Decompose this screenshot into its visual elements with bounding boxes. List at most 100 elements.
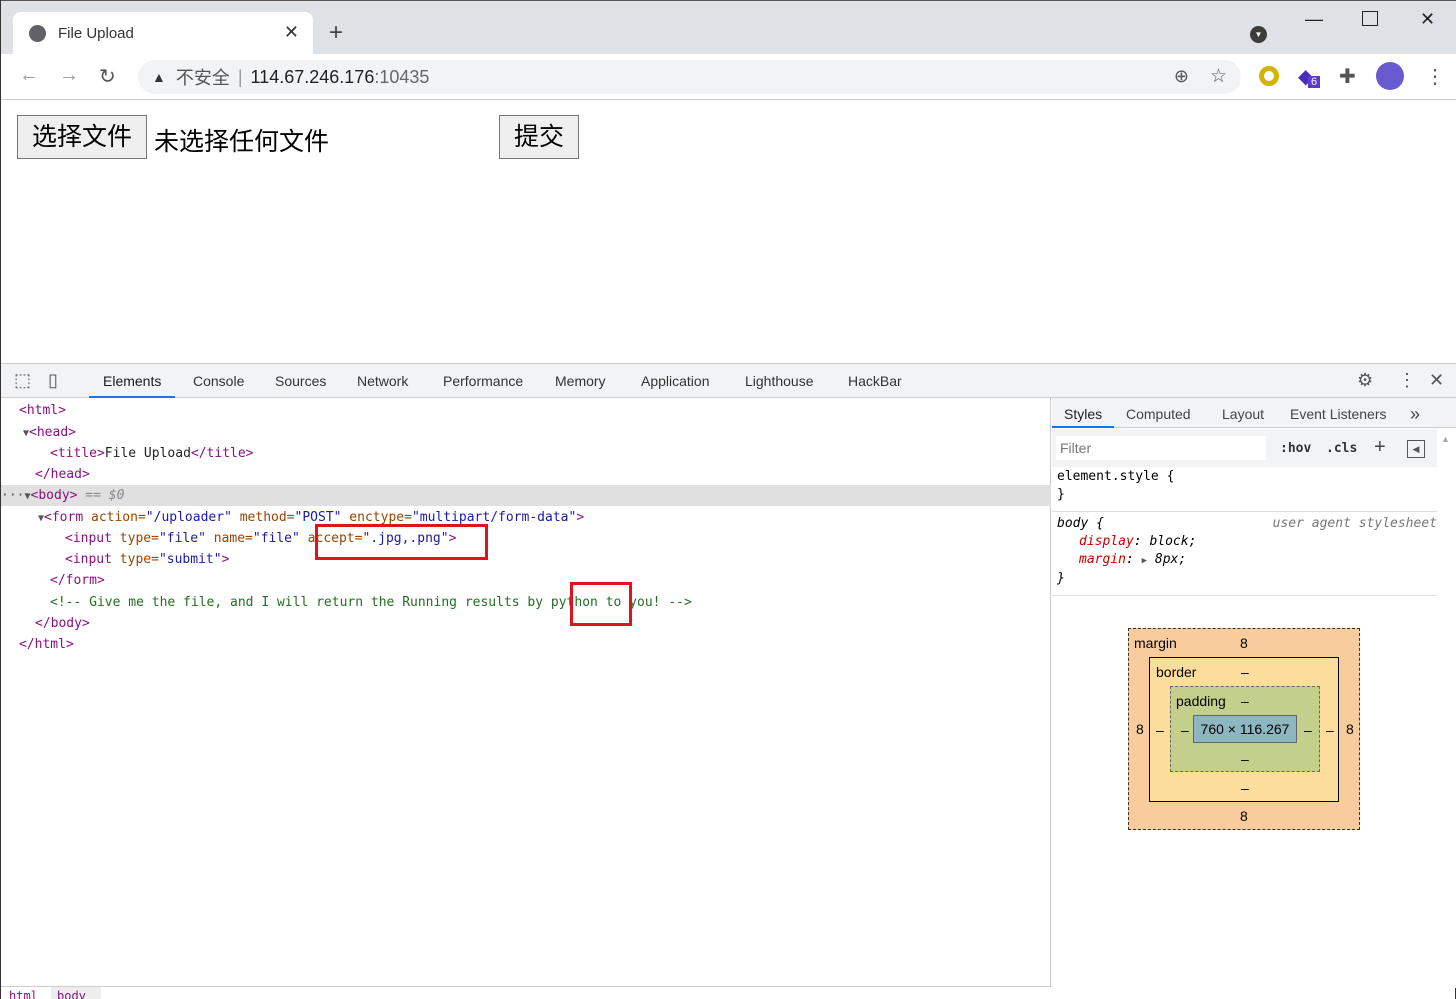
hov-button[interactable]: :hov [1280,441,1311,456]
cls-button[interactable]: .cls [1326,441,1357,456]
val: "file" [158,531,206,546]
breadcrumb: html body [1,986,1051,999]
tag: </head> [35,467,90,482]
styles-filter-input[interactable]: Filter [1056,436,1266,460]
title-bar: File Upload ✕ + ▼ — ✕ [1,0,1456,55]
insecure-label: 不安全 [175,68,230,88]
toggle-sidebar-icon[interactable]: ◀ [1407,440,1425,458]
padding-left: – [1181,722,1189,738]
val: "/uploader" [145,510,232,525]
tab-console[interactable]: Console [193,364,244,398]
no-file-label: 未选择任何文件 [154,128,330,156]
url-port: :10435 [374,66,430,87]
url-host: 114.67.246.176 [250,66,375,87]
dom-node-form[interactable]: ▼<form action="/uploader" method="POST" … [38,507,1088,528]
attr: type= [111,552,159,567]
val: "file" [252,531,300,546]
tag: </body> [35,616,90,631]
tab-title: File Upload [58,25,134,42]
avatar[interactable] [1376,62,1404,90]
choose-file-button[interactable]: 选择文件 [17,115,148,159]
tab-layout[interactable]: Layout [1222,398,1264,428]
dom-node-input-file[interactable]: <input type="file" name="file" accept=".… [65,528,1115,549]
tab-event-listeners[interactable]: Event Listeners [1290,398,1387,428]
body-rule[interactable]: body {user agent stylesheet display: blo… [1057,515,1437,588]
property-value: 8px; [1154,552,1187,567]
browser-tab[interactable]: File Upload ✕ [13,12,313,55]
tab-styles[interactable]: Styles [1052,398,1115,428]
styles-pane: Styles Computed Layout Event Listeners »… [1052,398,1456,988]
devtools-close-icon[interactable]: ✕ [1429,370,1444,391]
dom-node-title[interactable]: <title>File Upload</title> [50,443,1100,464]
window-close-icon[interactable]: ✕ [1420,9,1435,30]
val: "multipart/form-data" [411,510,577,525]
styles-tabbar: Styles Computed Layout Event Listeners » [1052,398,1456,428]
rule-source: user agent stylesheet [1272,516,1437,531]
device-toolbar-icon[interactable]: ▯ [48,370,58,391]
dom-node-body[interactable]: ···▼<body> == $0 [1,485,1051,506]
browser-toolbar: ← → ↻ ▲ 不安全 | 114.67.246.176 :10435 ⊕ ☆ … [1,54,1456,100]
highlight-box-accept [315,524,488,560]
more-tabs-icon[interactable]: » [1410,398,1420,428]
box-model-padding: padding – – – – 760 × 116.267 [1170,686,1320,772]
breadcrumb-html[interactable]: html [9,989,38,999]
element-style-rule[interactable]: element.style {} [1057,468,1174,504]
dom-node-head[interactable]: ▼<head> [23,422,1073,443]
tab-computed[interactable]: Computed [1126,398,1191,428]
maximize-icon[interactable] [1362,11,1378,26]
tab-lighthouse[interactable]: Lighthouse [745,364,814,398]
property-value: block; [1149,534,1197,549]
extension-ring-icon[interactable] [1259,66,1279,86]
scroll-up-icon[interactable]: ▲ [1441,434,1450,444]
attr: action= [83,510,146,525]
zoom-icon[interactable]: ⊕ [1174,66,1189,87]
tag: <input [65,531,112,546]
tab-application[interactable]: Application [641,364,710,398]
settings-gear-icon[interactable]: ⚙ [1357,370,1373,391]
submit-button[interactable]: 提交 [499,115,580,159]
inspect-element-icon[interactable]: ⬚ [14,370,31,391]
bookmark-star-icon[interactable]: ☆ [1210,65,1227,88]
dom-node-html-close[interactable]: </html> [19,634,1069,655]
devtools-menu-icon[interactable]: ⋮ [1398,370,1416,391]
address-bar[interactable]: ▲ 不安全 | 114.67.246.176 :10435 ⊕ ☆ [138,60,1241,94]
tag: </title> [190,446,254,461]
new-tab-button[interactable]: + [329,19,343,47]
forward-icon[interactable]: → [59,64,79,87]
tab-sources[interactable]: Sources [275,364,326,398]
property-name: margin [1079,552,1126,567]
tag: <input [65,552,112,567]
more-dots-icon[interactable]: ··· [1,488,24,503]
minimize-icon[interactable]: — [1305,9,1323,30]
separator: | [237,66,243,87]
tab-hackbar[interactable]: HackBar [848,364,902,398]
margin-right: 8 [1346,721,1354,737]
tab-network[interactable]: Network [357,364,408,398]
tag: <title> [50,446,105,461]
border-bottom: – [1241,780,1249,796]
new-rule-plus-icon[interactable]: + [1374,436,1386,459]
tab-search-icon[interactable]: ▼ [1250,26,1267,43]
dom-node-head-close[interactable]: </head> [35,464,1085,485]
expand-triangle-icon[interactable]: ▶ [1142,556,1147,566]
dom-node-html[interactable]: <html> [19,400,1069,421]
dom-node-body-close[interactable]: </body> [35,613,1085,634]
reload-icon[interactable]: ↻ [99,64,116,89]
extension-stack-icon[interactable]: ◆ 6 [1298,64,1321,89]
attr: enctype= [341,510,412,525]
tab-elements[interactable]: Elements [89,364,176,398]
back-icon[interactable]: ← [19,64,39,87]
dom-node-input-submit[interactable]: <input type="submit"> [65,549,1115,570]
tag: <head> [29,425,76,440]
extensions-puzzle-icon[interactable]: ✚ [1339,64,1356,89]
breadcrumb-body[interactable]: body [51,987,101,999]
divider [1052,595,1437,596]
tag: <body> [30,488,78,503]
menu-kebab-icon[interactable]: ⋮ [1425,64,1445,89]
tag: <form [44,510,84,525]
box-model-content: 760 × 116.267 [1193,715,1297,743]
padding-bottom: – [1241,751,1249,767]
tab-close-icon[interactable]: ✕ [284,22,299,43]
tab-performance[interactable]: Performance [443,364,523,398]
tab-memory[interactable]: Memory [555,364,606,398]
